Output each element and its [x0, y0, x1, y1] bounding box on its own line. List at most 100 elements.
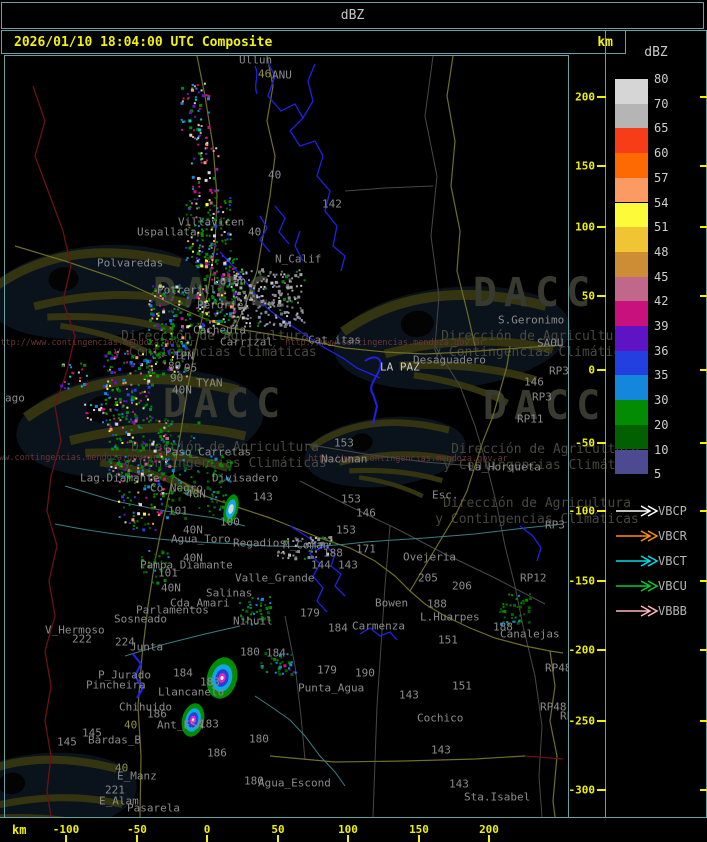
map-label: 146 — [356, 506, 376, 520]
colorbar-block — [615, 424, 648, 450]
colorbar-block — [615, 202, 648, 228]
map-label: RP3 — [532, 390, 552, 404]
colorbar-tick-label: 60 — [654, 146, 669, 161]
colorbar-tick-label: 39 — [654, 319, 669, 333]
map-label: RP48 — [545, 661, 569, 675]
km-unit-bottom: km — [12, 823, 27, 837]
map-label: Pincheira — [86, 678, 146, 692]
edge-tick-mark — [700, 510, 707, 512]
edge-tick-mark — [700, 295, 707, 297]
colorbar-tick-label: 35 — [654, 368, 669, 383]
edge-tick-mark — [700, 789, 707, 791]
title-bar: dBZ — [1, 2, 704, 29]
map-label: 143 — [431, 743, 451, 757]
x-tick-mark — [277, 835, 279, 842]
colorbar-block — [615, 449, 648, 475]
x-tick-mark — [65, 835, 67, 842]
map-label: 153 — [341, 492, 361, 506]
radar-app-window: DACC Dirección de Agricultura y Contingenc… — [0, 0, 707, 842]
x-axis-bar: km -100 -50 0 50 100 150 200 — [0, 817, 707, 842]
y-tick-label: 150 — [575, 159, 595, 173]
map-label: 143 — [449, 777, 469, 791]
y-tick-label: 0 — [588, 363, 595, 377]
map-label: Agua_Escond — [258, 776, 331, 790]
colorbar-block — [615, 400, 648, 425]
map-label: 40N — [172, 383, 192, 397]
map-label: 95 — [184, 361, 198, 375]
colorbar-tick-label: 10 — [654, 442, 669, 457]
edge-tick-mark — [700, 226, 707, 228]
map-label: 146 — [524, 375, 544, 389]
map-label: S.Geronimo — [498, 313, 565, 327]
map-label: Canalejas — [500, 627, 560, 641]
map-label: Punta_Agua — [298, 681, 365, 695]
map-label: 171 — [356, 542, 376, 556]
map-labels-layer: Ullun 46 ANU Villavicen 40 Uspallata Polvareda… — [5, 56, 568, 817]
map-label: 90 — [170, 371, 184, 385]
colorbar-tick-label: 5 — [654, 467, 662, 482]
map-label: TYAN — [196, 376, 223, 390]
colorbar-block — [615, 103, 648, 129]
map-label: Carmenza — [352, 619, 405, 633]
map-label: 184 — [173, 666, 193, 680]
map-label: 180 — [249, 732, 269, 746]
map-label: 89 — [168, 359, 182, 373]
map-label: Junta — [130, 640, 164, 654]
map-label: Desaguadero — [413, 353, 486, 367]
edge-tick-mark — [700, 442, 707, 444]
y-tick-label: 50 — [581, 289, 595, 303]
colorbar-title: dBZ — [644, 45, 668, 60]
map-label: Lujan — [213, 274, 247, 288]
colorbar-block — [615, 227, 648, 252]
map-label: Ant_ESA — [157, 718, 204, 732]
page-title: dBZ — [340, 8, 365, 23]
colorbar-block — [615, 276, 648, 302]
legend-label: VBBB — [658, 604, 687, 618]
radar-map: Ullun 46 ANU Villavicen 40 Uspallata Polvareda… — [4, 55, 569, 818]
y-tick-label: -250 — [568, 714, 596, 728]
map-label: Bowen — [375, 596, 409, 610]
y-tick-mark — [597, 295, 606, 297]
y-tick-mark — [597, 369, 606, 371]
map-label: 40 — [124, 718, 138, 732]
map-label: Cochico — [417, 711, 464, 725]
map-label: 151 — [438, 633, 458, 647]
map-label: N_Calif — [275, 252, 322, 266]
colorbar-block — [615, 128, 648, 154]
map-label: 40N — [186, 487, 206, 501]
map-label: 179 — [300, 606, 320, 620]
map-label: Potrerill — [157, 283, 217, 297]
map-label: ANU — [272, 68, 292, 82]
y-tick-mark — [597, 226, 606, 228]
colorbar-tick-label: 51 — [654, 220, 669, 235]
legend-label: VBCR — [658, 529, 687, 543]
colorbar-tick-label: 30 — [654, 393, 669, 408]
map-label: 143 — [253, 490, 273, 504]
map-label: RP11 — [517, 412, 544, 426]
legend-row: VBBB — [606, 604, 706, 618]
map-label: 144 — [311, 558, 331, 572]
colorbar-tick-label: 36 — [654, 343, 669, 358]
legend-row: VBCU — [606, 579, 706, 593]
map-label: Cacheuta — [193, 323, 246, 337]
map-label: 153 — [336, 523, 356, 537]
colorbar-block — [615, 375, 648, 401]
map-label: Ovejeria — [403, 550, 456, 564]
y-tick-mark — [597, 720, 606, 722]
map-label: Llancanelo — [158, 685, 225, 699]
map-label: 190 — [355, 666, 375, 680]
x-tick-mark — [347, 835, 349, 842]
colorbar-tick-label: 70 — [654, 96, 669, 111]
map-label: 143 — [399, 688, 419, 702]
map-label: 188 — [323, 546, 343, 560]
map-label: 188 — [427, 597, 447, 611]
colorbar-tick-label: 42 — [654, 294, 669, 309]
legend-row: VBCT — [606, 554, 706, 568]
map-label: Esc. — [432, 488, 459, 502]
legend-row: VBCR — [606, 529, 706, 543]
map-label: Pampa_Diamante — [140, 558, 233, 572]
y-tick-label: 200 — [575, 90, 595, 104]
y-tick-label: -300 — [568, 783, 596, 797]
map-label: Perdriel — [197, 298, 250, 312]
y-tick-mark — [597, 96, 606, 98]
